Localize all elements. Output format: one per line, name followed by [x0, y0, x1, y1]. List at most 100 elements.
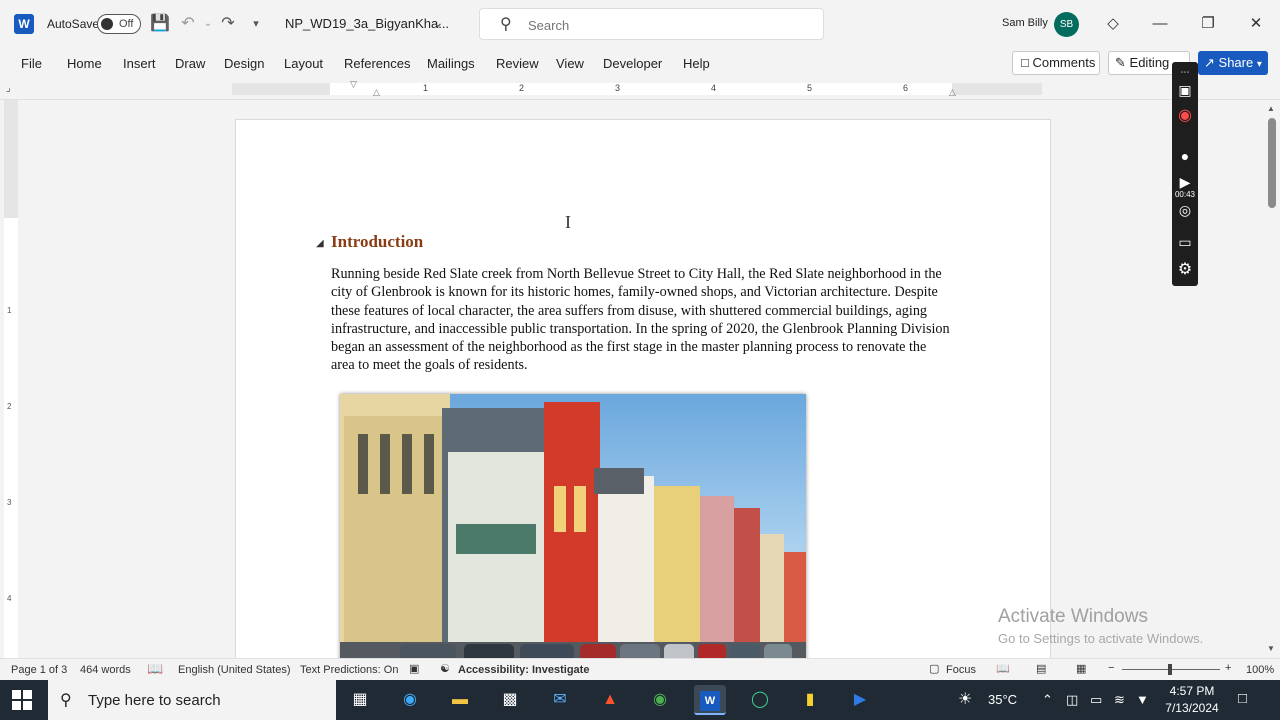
user-name[interactable]: Sam Billy: [1002, 17, 1048, 29]
chevron-down-icon[interactable]: ⌄: [432, 14, 444, 31]
search-box[interactable]: ⚲: [479, 8, 824, 40]
collapse-heading-icon[interactable]: ◢: [316, 238, 324, 249]
accessibility-icon[interactable]: ☯: [440, 662, 450, 675]
window-capture-icon[interactable]: ▭: [1175, 232, 1195, 252]
document-page[interactable]: I ◢ Introduction Running beside Red Slat…: [235, 119, 1051, 660]
accessibility-status[interactable]: Accessibility: Investigate: [458, 664, 589, 676]
save-icon[interactable]: 💾: [150, 14, 170, 34]
comments-button[interactable]: □ Comments: [1012, 51, 1100, 75]
upwork-icon[interactable]: ◯: [744, 685, 776, 715]
menu-help[interactable]: Help: [683, 56, 710, 71]
display-settings-icon[interactable]: ▣: [409, 662, 419, 675]
vertical-scrollbar[interactable]: ▲ ▼: [1264, 100, 1280, 660]
web-layout-icon[interactable]: ▦: [1076, 662, 1086, 675]
weather-icon[interactable]: ☀: [958, 689, 972, 709]
first-line-indent-icon[interactable]: ▽: [350, 79, 357, 90]
hanging-indent-icon[interactable]: △: [373, 87, 380, 98]
undo-dropdown-icon[interactable]: ⌄: [198, 14, 218, 34]
menu-draw[interactable]: Draw: [175, 56, 205, 71]
taskbar-search[interactable]: ⚲ Type here to search: [48, 680, 336, 720]
zoom-out-icon[interactable]: −: [1108, 662, 1114, 674]
print-layout-icon[interactable]: ▤: [1036, 662, 1046, 675]
word-count[interactable]: 464 words: [80, 664, 131, 676]
document-area[interactable]: I ◢ Introduction Running beside Red Slat…: [22, 100, 1264, 660]
tab-selector-icon[interactable]: ⌟: [6, 83, 11, 94]
search-icon: ⚲: [500, 16, 512, 33]
menu-view[interactable]: View: [556, 56, 584, 71]
record-icon[interactable]: ◉: [1175, 106, 1195, 126]
right-indent-icon[interactable]: △: [949, 87, 956, 98]
proofing-icon[interactable]: 📖: [147, 661, 163, 677]
minimize-icon[interactable]: —: [1148, 12, 1172, 36]
menu-developer[interactable]: Developer: [603, 56, 662, 71]
volume-icon[interactable]: ▼: [1136, 692, 1149, 707]
customize-toolbar-icon[interactable]: ▾: [246, 14, 266, 34]
menu-home[interactable]: Home: [67, 56, 102, 71]
menu-references[interactable]: References: [344, 56, 410, 71]
wifi-icon[interactable]: ≋: [1114, 692, 1125, 708]
heading-introduction[interactable]: Introduction: [331, 232, 423, 252]
scroll-up-icon[interactable]: ▲: [1267, 104, 1275, 113]
focus-label[interactable]: Focus: [946, 664, 976, 676]
street-photo[interactable]: [340, 394, 806, 660]
battery-icon[interactable]: ◫: [1066, 692, 1078, 708]
screen-recorder-icon[interactable]: ▶: [844, 685, 876, 715]
zoom-in-icon[interactable]: +: [1225, 662, 1231, 674]
menu-review[interactable]: Review: [496, 56, 539, 71]
taskbar-clock[interactable]: 4:57 PM 7/13/2024: [1160, 683, 1224, 717]
text-predictions[interactable]: Text Predictions: On: [300, 664, 398, 676]
webcam-icon[interactable]: ◎: [1175, 200, 1195, 220]
start-tile: [12, 690, 21, 699]
comment-icon: □: [1021, 55, 1029, 70]
ruler-number: 5: [807, 83, 813, 93]
camera-icon[interactable]: ▣: [1175, 80, 1195, 100]
microphone-icon[interactable]: ●: [1175, 146, 1195, 166]
word-taskbar-icon[interactable]: W: [694, 685, 726, 715]
brave-icon[interactable]: ▲: [594, 685, 626, 715]
temperature[interactable]: 35°C: [988, 692, 1017, 707]
document-title[interactable]: NP_WD19_3a_BigyanKha...: [285, 16, 449, 31]
search-input[interactable]: [528, 15, 808, 35]
tray-chevron-icon[interactable]: ⌃: [1042, 692, 1053, 708]
menu-layout[interactable]: Layout: [284, 56, 323, 71]
menu-insert[interactable]: Insert: [123, 56, 156, 71]
restore-icon[interactable]: ❐: [1196, 12, 1220, 36]
menu-mailings[interactable]: Mailings: [427, 56, 475, 71]
chevron-down-icon: ▾: [1256, 59, 1262, 70]
gear-icon[interactable]: ⚙: [1175, 260, 1195, 280]
read-mode-icon[interactable]: 📖: [996, 662, 1010, 675]
vertical-ruler[interactable]: 1 2 3 4: [4, 100, 18, 660]
meet-icon[interactable]: ▭: [1090, 692, 1102, 708]
focus-icon[interactable]: ▢: [929, 662, 939, 675]
screen-recorder-toolbar: ⋯ ▣ ◉ 00:43 ● ▶ ◎ ▭ ⚙: [1172, 62, 1198, 286]
mail-icon[interactable]: ✉: [544, 685, 576, 715]
language[interactable]: English (United States): [178, 664, 291, 676]
page-count[interactable]: Page 1 of 3: [11, 664, 67, 676]
redo-icon[interactable]: ↷: [218, 14, 238, 34]
edge-icon[interactable]: ◉: [394, 685, 426, 715]
scroll-down-icon[interactable]: ▼: [1267, 644, 1275, 653]
task-view-icon[interactable]: ▦: [344, 685, 376, 715]
body-paragraph[interactable]: Running beside Red Slate creek from Nort…: [331, 265, 951, 375]
undo-icon[interactable]: ↶: [178, 14, 198, 34]
menu-design[interactable]: Design: [224, 56, 264, 71]
avatar[interactable]: SB: [1054, 12, 1079, 37]
window: [358, 434, 368, 494]
file-explorer-icon[interactable]: ▬: [444, 685, 476, 715]
zoom-level[interactable]: 100%: [1246, 664, 1274, 676]
horizontal-ruler[interactable]: ▽ △ △ 1 2 3 4 5 6: [232, 79, 1042, 98]
speaker-icon[interactable]: ▶: [1175, 172, 1195, 192]
zoom-slider-thumb[interactable]: [1168, 664, 1172, 675]
grip-icon[interactable]: ⋯: [1175, 62, 1195, 82]
autosave-toggle[interactable]: Off: [97, 14, 141, 34]
sticky-notes-icon[interactable]: ▮: [794, 685, 826, 715]
store-icon[interactable]: ▩: [494, 685, 526, 715]
windows-start-icon[interactable]: [12, 690, 32, 710]
close-icon[interactable]: ✕: [1244, 12, 1268, 36]
chrome-icon[interactable]: ◉: [644, 685, 676, 715]
share-button[interactable]: ↗ Share ▾: [1198, 51, 1268, 75]
notification-icon[interactable]: □: [1238, 690, 1247, 707]
diamond-icon[interactable]: ◇: [1101, 12, 1125, 36]
scroll-thumb[interactable]: [1268, 118, 1276, 208]
menu-file[interactable]: File: [21, 56, 42, 71]
